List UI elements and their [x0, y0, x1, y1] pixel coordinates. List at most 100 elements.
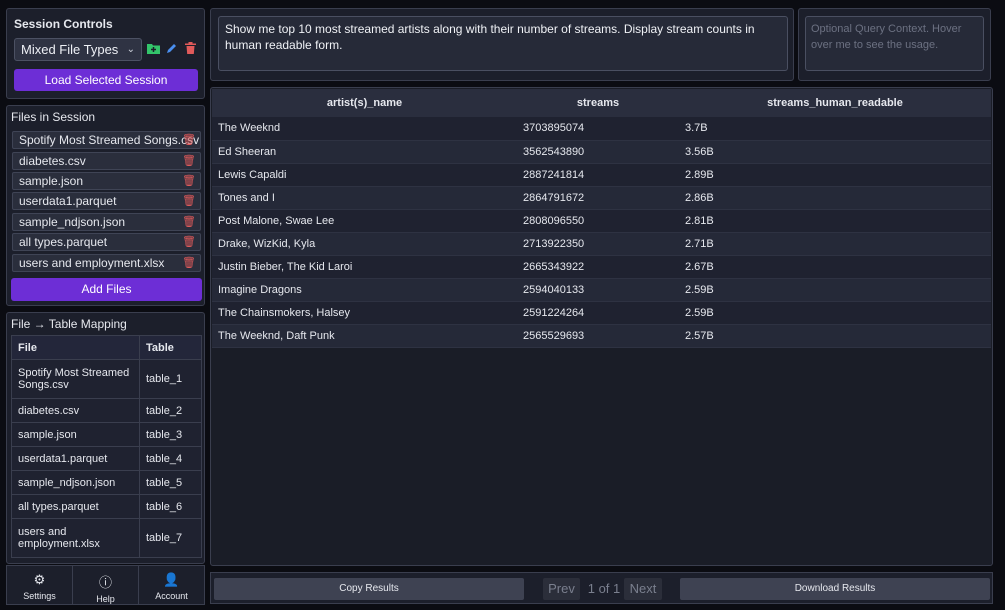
file-item[interactable]: userdata1.parquet 🗑: [12, 192, 201, 210]
user-icon: 👤: [163, 572, 180, 587]
bottom-nav: ⚙ Settings ⓘ Help 👤 Account: [6, 565, 205, 605]
trash-icon[interactable]: 🗑: [182, 255, 196, 271]
file-item[interactable]: Spotify Most Streamed Songs.csv 🗑: [12, 131, 201, 149]
table-row: users and employment.xlsx table_7: [11, 518, 202, 558]
trash-icon[interactable]: 🗑: [182, 132, 196, 148]
cell-artist: Ed Sheeran: [212, 140, 517, 164]
cell-human: 2.71B: [679, 232, 991, 256]
cell-artist: Lewis Capaldi: [212, 163, 517, 187]
mapping-header-file: File: [11, 335, 140, 360]
files-title: Files in Session: [11, 110, 96, 124]
cell-human: 2.59B: [679, 301, 991, 325]
table-row: userdata1.parquet table_4: [11, 446, 202, 471]
query-panel: Show me top 10 most streamed artists alo…: [210, 8, 794, 81]
help-icon: ⓘ: [98, 575, 112, 590]
trash-icon[interactable]: 🗑: [182, 193, 196, 209]
cell-streams: 2594040133: [517, 278, 679, 302]
table-row: The Weeknd 3703895074 3.7B: [212, 117, 991, 141]
cell-streams: 2665343922: [517, 255, 679, 279]
file-item[interactable]: diabetes.csv 🗑: [12, 152, 201, 170]
context-panel: Optional Query Context. Hover over me to…: [798, 8, 991, 81]
cell-streams: 2864791672: [517, 186, 679, 210]
nav-settings-label: Settings: [23, 591, 56, 601]
table-row: Post Malone, Swae Lee 2808096550 2.81B: [212, 209, 991, 233]
mapping-table-name: table_3: [139, 422, 202, 447]
mapping-file: sample.json: [11, 422, 140, 447]
mapping-panel: File → Table Mapping File Table Spotify …: [6, 312, 205, 564]
cell-artist: Drake, WizKid, Kyla: [212, 232, 517, 256]
pencil-icon[interactable]: [166, 42, 178, 57]
file-name: Spotify Most Streamed Songs.csv: [19, 133, 200, 147]
session-select-value: Mixed File Types: [21, 42, 119, 57]
results-panel: artist(s)_name streams streams_human_rea…: [210, 87, 993, 566]
cell-artist: Post Malone, Swae Lee: [212, 209, 517, 233]
table-row: Lewis Capaldi 2887241814 2.89B: [212, 163, 991, 187]
cell-artist: The Weeknd, Daft Punk: [212, 324, 517, 348]
file-item[interactable]: sample.json 🗑: [12, 172, 201, 190]
cell-human: 2.86B: [679, 186, 991, 210]
cell-streams: 2565529693: [517, 324, 679, 348]
trash-icon[interactable]: 🗑: [182, 173, 196, 189]
table-row: diabetes.csv table_2: [11, 398, 202, 423]
query-input[interactable]: Show me top 10 most streamed artists alo…: [218, 16, 788, 71]
mapping-file: users and employment.xlsx: [11, 518, 140, 558]
mapping-table-name: table_6: [139, 494, 202, 519]
results-header-artist[interactable]: artist(s)_name: [212, 89, 517, 117]
mapping-file: sample_ndjson.json: [11, 470, 140, 495]
folder-add-icon[interactable]: [147, 42, 160, 57]
cell-human: 3.7B: [679, 117, 991, 141]
table-row: Imagine Dragons 2594040133 2.59B: [212, 278, 991, 302]
query-context-input[interactable]: Optional Query Context. Hover over me to…: [805, 16, 984, 71]
mapping-header-table: Table: [139, 335, 202, 360]
results-table: artist(s)_name streams streams_human_rea…: [212, 89, 991, 348]
gear-icon: ⚙: [33, 572, 46, 587]
trash-icon[interactable]: [185, 42, 196, 57]
prev-page-button[interactable]: Prev: [543, 578, 580, 600]
mapping-table: File Table Spotify Most Streamed Songs.c…: [11, 335, 202, 558]
file-item[interactable]: all types.parquet 🗑: [12, 233, 201, 251]
mapping-file: userdata1.parquet: [11, 446, 140, 471]
file-name: sample_ndjson.json: [19, 215, 126, 229]
results-header-streams[interactable]: streams: [517, 89, 679, 117]
session-controls-title: Session Controls: [14, 17, 113, 31]
add-files-button[interactable]: Add Files: [11, 278, 202, 301]
mapping-table-name: table_5: [139, 470, 202, 495]
nav-help[interactable]: ⓘ Help: [73, 566, 139, 604]
trash-icon[interactable]: 🗑: [182, 153, 196, 169]
copy-results-button[interactable]: Copy Results: [214, 578, 524, 600]
mapping-table-name: table_7: [139, 518, 202, 558]
file-name: sample.json: [19, 174, 84, 188]
mapping-file: diabetes.csv: [11, 398, 140, 423]
nav-settings[interactable]: ⚙ Settings: [7, 566, 73, 604]
cell-artist: Tones and I: [212, 186, 517, 210]
cell-human: 2.81B: [679, 209, 991, 233]
file-item[interactable]: users and employment.xlsx 🗑: [12, 254, 201, 272]
download-results-button[interactable]: Download Results: [680, 578, 990, 600]
file-name: diabetes.csv: [19, 154, 86, 168]
cell-artist: The Chainsmokers, Halsey: [212, 301, 517, 325]
cell-artist: Imagine Dragons: [212, 278, 517, 302]
file-item[interactable]: sample_ndjson.json 🗑: [12, 213, 201, 231]
load-session-button[interactable]: Load Selected Session: [14, 69, 198, 91]
nav-account[interactable]: 👤 Account: [139, 566, 204, 604]
trash-icon[interactable]: 🗑: [182, 214, 196, 230]
results-header-human[interactable]: streams_human_readable: [679, 89, 991, 117]
page-indicator: 1 of 1: [587, 581, 621, 596]
table-row: The Chainsmokers, Halsey 2591224264 2.59B: [212, 301, 991, 325]
cell-streams: 2808096550: [517, 209, 679, 233]
table-row: Justin Bieber, The Kid Laroi 2665343922 2.…: [212, 255, 991, 279]
file-name: userdata1.parquet: [19, 194, 117, 208]
nav-help-label: Help: [96, 594, 115, 604]
next-page-button[interactable]: Next: [624, 578, 662, 600]
trash-icon[interactable]: 🗑: [182, 234, 196, 250]
cell-human: 2.89B: [679, 163, 991, 187]
cell-human: 3.56B: [679, 140, 991, 164]
cell-human: 2.59B: [679, 278, 991, 302]
table-row: Tones and I 2864791672 2.86B: [212, 186, 991, 210]
files-panel: Files in Session Spotify Most Streamed S…: [6, 105, 205, 306]
table-row: sample_ndjson.json table_5: [11, 470, 202, 495]
cell-streams: 2591224264: [517, 301, 679, 325]
cell-human: 2.67B: [679, 255, 991, 279]
session-select[interactable]: Mixed File Types ⌄: [14, 38, 142, 61]
file-name: all types.parquet: [19, 235, 108, 249]
